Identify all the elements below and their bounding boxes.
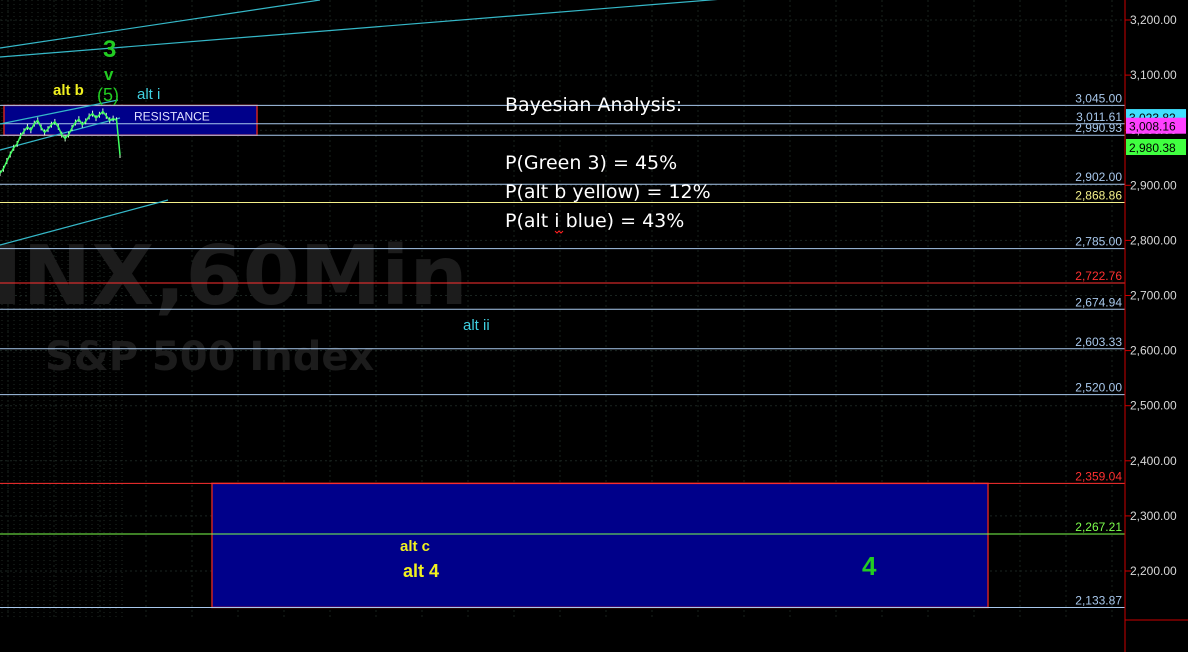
level-label: 2,902.00 (1075, 170, 1122, 184)
axis-tick-label: 2,400.00 (1130, 454, 1177, 468)
target-zone-box (211, 482, 989, 609)
current-price-tags: 3,023.823,008.162,980.38 (1126, 109, 1186, 156)
wave-label-alt-ii: alt ii (463, 317, 490, 334)
price-tag-label: 2,980.38 (1129, 141, 1176, 155)
bayesian-line-green-3: P(Green 3) = 45% (505, 152, 677, 174)
axis-tick-label: 2,600.00 (1130, 344, 1177, 358)
axis-tick-label: 2,900.00 (1130, 178, 1177, 192)
wave-label-green-3: 3 (103, 36, 116, 63)
level-label: 2,359.04 (1075, 469, 1122, 483)
watermark-name: S&P 500 Index (45, 334, 374, 380)
level-label: 2,603.33 (1075, 335, 1122, 349)
level-label: 2,267.21 (1075, 520, 1122, 534)
level-label: 2,868.86 (1075, 188, 1122, 202)
axis-tick-label: 2,700.00 (1130, 289, 1177, 303)
wave-label-alt-b: alt b (53, 82, 84, 99)
price-chart[interactable]: INX,60Min S&P 500 Index RESISTANCE 3,045… (0, 0, 1188, 652)
axis-tick-label: 3,200.00 (1130, 13, 1177, 27)
wave-label-green-5: (5) (97, 85, 119, 105)
price-tag-label: 3,008.16 (1129, 120, 1176, 134)
wave-label-alt-i: alt i (137, 86, 160, 103)
wave-label-alt-c: alt c (400, 538, 430, 555)
axis-tick-label: 2,300.00 (1130, 509, 1177, 523)
bayesian-line-alt-i: P(alt i blue) = 43% (505, 210, 684, 232)
resistance-label: RESISTANCE (134, 109, 210, 123)
axis-tick-label: 2,500.00 (1130, 399, 1177, 413)
level-label: 2,133.87 (1075, 593, 1122, 607)
axis-tick-label: 2,200.00 (1130, 564, 1177, 578)
bayesian-line-alt-b: P(alt b yellow) = 12% (505, 181, 711, 203)
wave-label-green-v: v (104, 65, 114, 84)
axis-tick-label: 2,800.00 (1130, 233, 1177, 247)
wave-label-alt-4: alt 4 (403, 561, 439, 581)
level-label: 2,520.00 (1075, 381, 1122, 395)
level-label: 2,990.93 (1075, 121, 1122, 135)
bayesian-title: Bayesian Analysis: (505, 94, 682, 116)
wave-label-green-4: 4 (862, 551, 877, 581)
resistance-zone-box (3, 104, 258, 136)
axis-tick-label: 3,100.00 (1130, 68, 1177, 82)
level-label: 2,674.94 (1075, 295, 1122, 309)
level-label: 3,045.00 (1075, 91, 1122, 105)
level-label: 2,785.00 (1075, 235, 1122, 249)
level-label: 2,722.76 (1075, 269, 1122, 283)
